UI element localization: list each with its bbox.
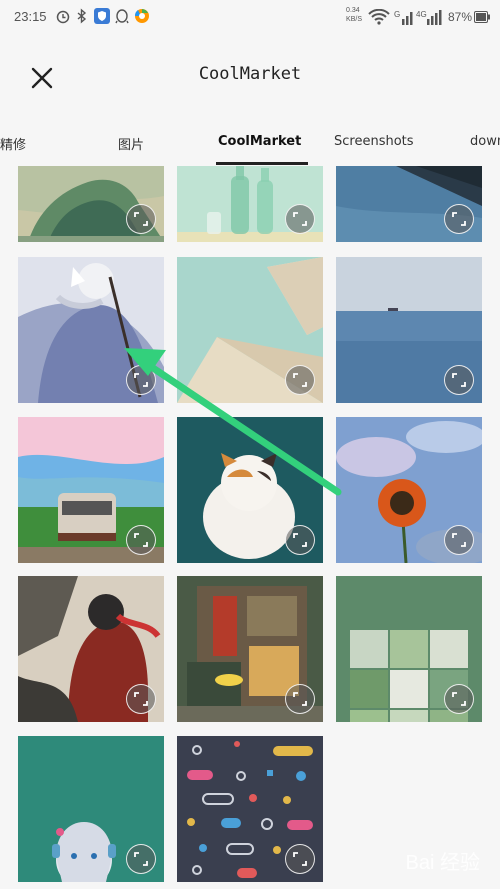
image-tile[interactable] [177, 417, 323, 563]
image-tile[interactable] [336, 257, 482, 403]
image-tile[interactable] [177, 736, 323, 882]
tab-bar: 精修 图片 CoolMarket Screenshots down [0, 124, 500, 165]
expand-icon [293, 692, 307, 706]
browser-icon [134, 8, 150, 24]
expand-icon [293, 373, 307, 387]
tab-retouch[interactable]: 精修 [0, 134, 26, 153]
expand-icon [134, 692, 148, 706]
expand-button[interactable] [126, 525, 156, 555]
network-speed: 0.34 KB/S [346, 7, 362, 23]
image-tile[interactable] [177, 576, 323, 722]
svg-text:4G: 4G [416, 10, 427, 19]
expand-button[interactable] [444, 365, 474, 395]
battery-text: 87% [447, 10, 472, 24]
expand-button[interactable] [126, 365, 156, 395]
watermark: Bai 经验 [405, 852, 480, 874]
image-tile[interactable] [18, 417, 164, 563]
image-grid: Bai 经验 [0, 166, 500, 889]
image-tile[interactable] [18, 166, 164, 242]
image-tile[interactable] [336, 166, 482, 242]
shield-icon [94, 8, 110, 24]
expand-icon [452, 373, 466, 387]
expand-button[interactable] [126, 684, 156, 714]
page-title: CoolMarket [198, 64, 302, 84]
status-time: 23:15 [14, 9, 47, 24]
image-tile[interactable] [336, 576, 482, 722]
alarm-icon [55, 8, 71, 24]
tab-coolmarket[interactable]: CoolMarket [218, 134, 301, 149]
signal-4g-icon: 4G [416, 10, 442, 25]
expand-icon [293, 212, 307, 226]
image-tile[interactable] [18, 736, 164, 882]
tab-download[interactable]: down [470, 134, 500, 149]
tab-indicator [216, 162, 308, 165]
status-bar: 23:15 0.34 KB/S G 4G 87% [0, 0, 500, 34]
expand-icon [134, 373, 148, 387]
expand-button[interactable] [285, 525, 315, 555]
expand-icon [452, 212, 466, 226]
image-tile[interactable] [177, 257, 323, 403]
app-bar: CoolMarket [0, 34, 500, 120]
image-tile[interactable] [18, 576, 164, 722]
expand-button[interactable] [285, 365, 315, 395]
expand-button[interactable] [126, 844, 156, 874]
expand-icon [452, 533, 466, 547]
battery-icon [474, 11, 490, 23]
tab-screenshots[interactable]: Screenshots [334, 134, 414, 149]
image-tile[interactable] [177, 166, 323, 242]
expand-button[interactable] [444, 525, 474, 555]
expand-icon [293, 533, 307, 547]
svg-text:G: G [394, 10, 400, 19]
expand-button[interactable] [444, 204, 474, 234]
expand-button[interactable] [285, 204, 315, 234]
qq-icon [114, 8, 130, 24]
signal-g-icon: G [394, 10, 413, 25]
expand-icon [134, 852, 148, 866]
tab-pictures[interactable]: 图片 [118, 134, 144, 153]
image-tile[interactable] [18, 257, 164, 403]
image-tile[interactable] [336, 417, 482, 563]
expand-button[interactable] [285, 844, 315, 874]
wifi-icon [368, 9, 390, 25]
expand-icon [134, 533, 148, 547]
expand-button[interactable] [285, 684, 315, 714]
expand-icon [293, 852, 307, 866]
expand-icon [134, 212, 148, 226]
expand-button[interactable] [444, 684, 474, 714]
expand-button[interactable] [126, 204, 156, 234]
bluetooth-icon [74, 8, 90, 24]
expand-icon [452, 692, 466, 706]
